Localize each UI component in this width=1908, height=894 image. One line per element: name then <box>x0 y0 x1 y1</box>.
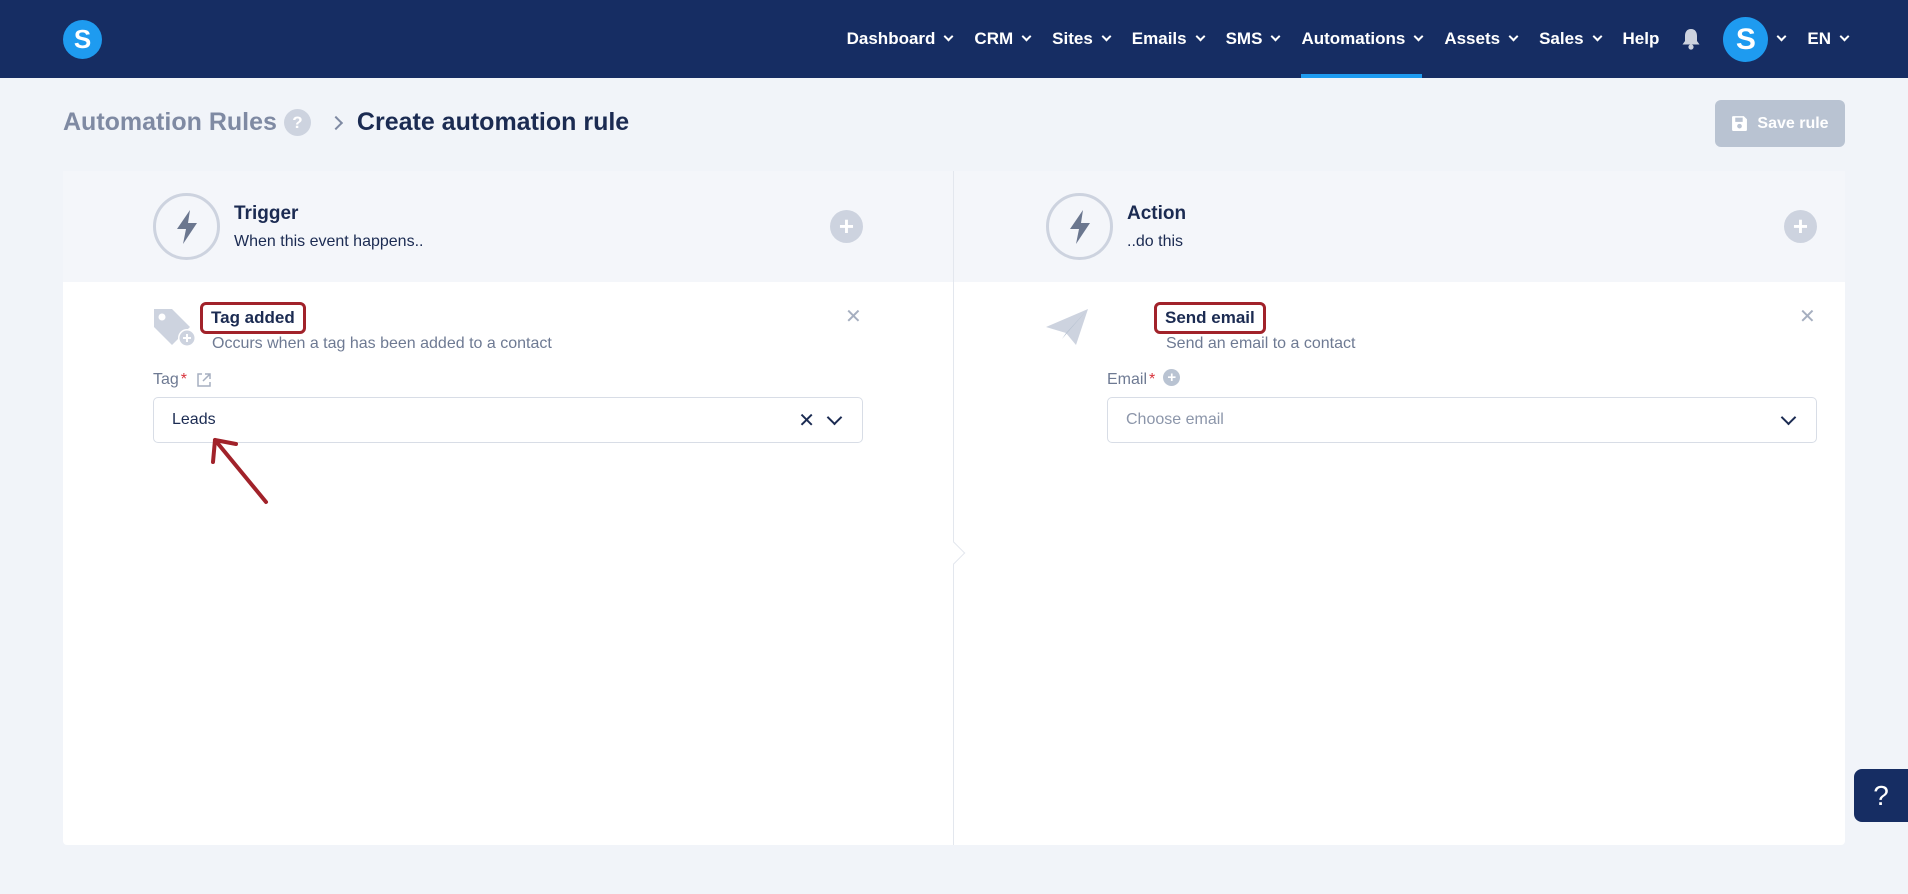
chevron-right-icon <box>328 115 343 130</box>
app-logo[interactable]: S <box>63 20 102 59</box>
action-column: Action ..do this + Send email Send an em… <box>954 171 1845 845</box>
trigger-column: Trigger When this event happens.. + Tag … <box>63 171 953 845</box>
help-icon[interactable]: ? <box>283 109 311 136</box>
clear-icon[interactable]: ✕ <box>798 408 815 433</box>
page-title: Create automation rule <box>356 108 630 136</box>
add-action-button[interactable]: + <box>1784 210 1817 243</box>
trigger-item-title: Tag added <box>200 302 306 334</box>
trigger-title: Trigger <box>234 203 299 224</box>
action-title: Action <box>1127 203 1187 224</box>
chevron-down-icon <box>1101 31 1112 42</box>
nav-item-emails[interactable]: Emails <box>1132 0 1206 78</box>
language-selector[interactable]: EN <box>1807 29 1850 49</box>
rule-editor-card: Trigger When this event happens.. + Tag … <box>63 171 1845 845</box>
tag-add-icon <box>154 309 196 347</box>
email-select[interactable]: Choose email <box>1107 397 1817 443</box>
chevron-down-icon <box>1270 31 1281 42</box>
paper-plane-icon <box>1046 309 1088 345</box>
nav-item-assets[interactable]: Assets <box>1444 0 1519 78</box>
nav-item-sites[interactable]: Sites <box>1052 0 1112 78</box>
chevron-down-icon <box>1195 31 1206 42</box>
nav-item-crm[interactable]: CRM <box>974 0 1032 78</box>
action-item-description: Send an email to a contact <box>1166 335 1356 352</box>
nav-item-sms[interactable]: SMS <box>1226 0 1281 78</box>
avatar[interactable]: S <box>1723 16 1769 62</box>
action-subtitle: ..do this <box>1127 233 1184 250</box>
nav-item-dashboard[interactable]: Dashboard <box>847 0 954 78</box>
action-header: Action ..do this + <box>954 171 1845 282</box>
chevron-down-icon <box>1021 31 1032 42</box>
trigger-subtitle: When this event happens.. <box>234 233 424 250</box>
refresh-lightning-icon <box>1046 193 1113 260</box>
chevron-down-icon <box>1592 31 1602 42</box>
action-item-title: Send email <box>1154 302 1266 334</box>
add-trigger-button[interactable]: + <box>830 210 863 243</box>
chevron-down-icon <box>1839 31 1850 42</box>
email-field-label: Email * + <box>1107 368 1181 389</box>
floppy-disk-icon <box>1732 116 1748 131</box>
nav-item-sales[interactable]: Sales <box>1539 0 1602 78</box>
bell-icon[interactable] <box>1681 28 1701 50</box>
lightning-icon <box>153 193 220 260</box>
external-link-icon[interactable] <box>196 372 212 388</box>
nav-item-automations[interactable]: Automations <box>1301 0 1424 78</box>
breadcrumb: Automation Rules ? Create automation rul… <box>63 108 629 137</box>
breadcrumb-parent-link[interactable]: Automation Rules <box>63 108 277 137</box>
help-tab-button[interactable]: ? <box>1854 769 1908 822</box>
remove-trigger-icon[interactable]: ✕ <box>845 304 862 329</box>
trigger-header: Trigger When this event happens.. + <box>63 171 953 282</box>
chevron-down-icon[interactable] <box>1776 31 1787 42</box>
email-select-placeholder: Choose email <box>1126 411 1224 428</box>
add-email-icon[interactable]: + <box>1163 368 1181 386</box>
nav-item-help[interactable]: Help <box>1623 0 1660 78</box>
tag-field-label: Tag * <box>153 371 212 389</box>
remove-action-icon[interactable]: ✕ <box>1799 304 1816 329</box>
chevron-down-icon <box>1508 31 1519 42</box>
chevron-down-icon <box>943 31 954 42</box>
annotation-arrow-icon <box>211 438 268 504</box>
main-nav: Dashboard CRM Sites Emails SMS Automatio… <box>825 0 1850 78</box>
chevron-down-icon <box>1413 31 1424 42</box>
trigger-item-description: Occurs when a tag has been added to a co… <box>212 335 552 352</box>
tag-select-value: Leads <box>172 411 216 428</box>
top-navbar: S Dashboard CRM Sites Emails SMS Automat… <box>0 0 1908 78</box>
chevron-down-icon[interactable] <box>826 409 843 425</box>
save-rule-button[interactable]: Save rule <box>1715 100 1845 147</box>
chevron-down-icon[interactable] <box>1780 409 1797 425</box>
